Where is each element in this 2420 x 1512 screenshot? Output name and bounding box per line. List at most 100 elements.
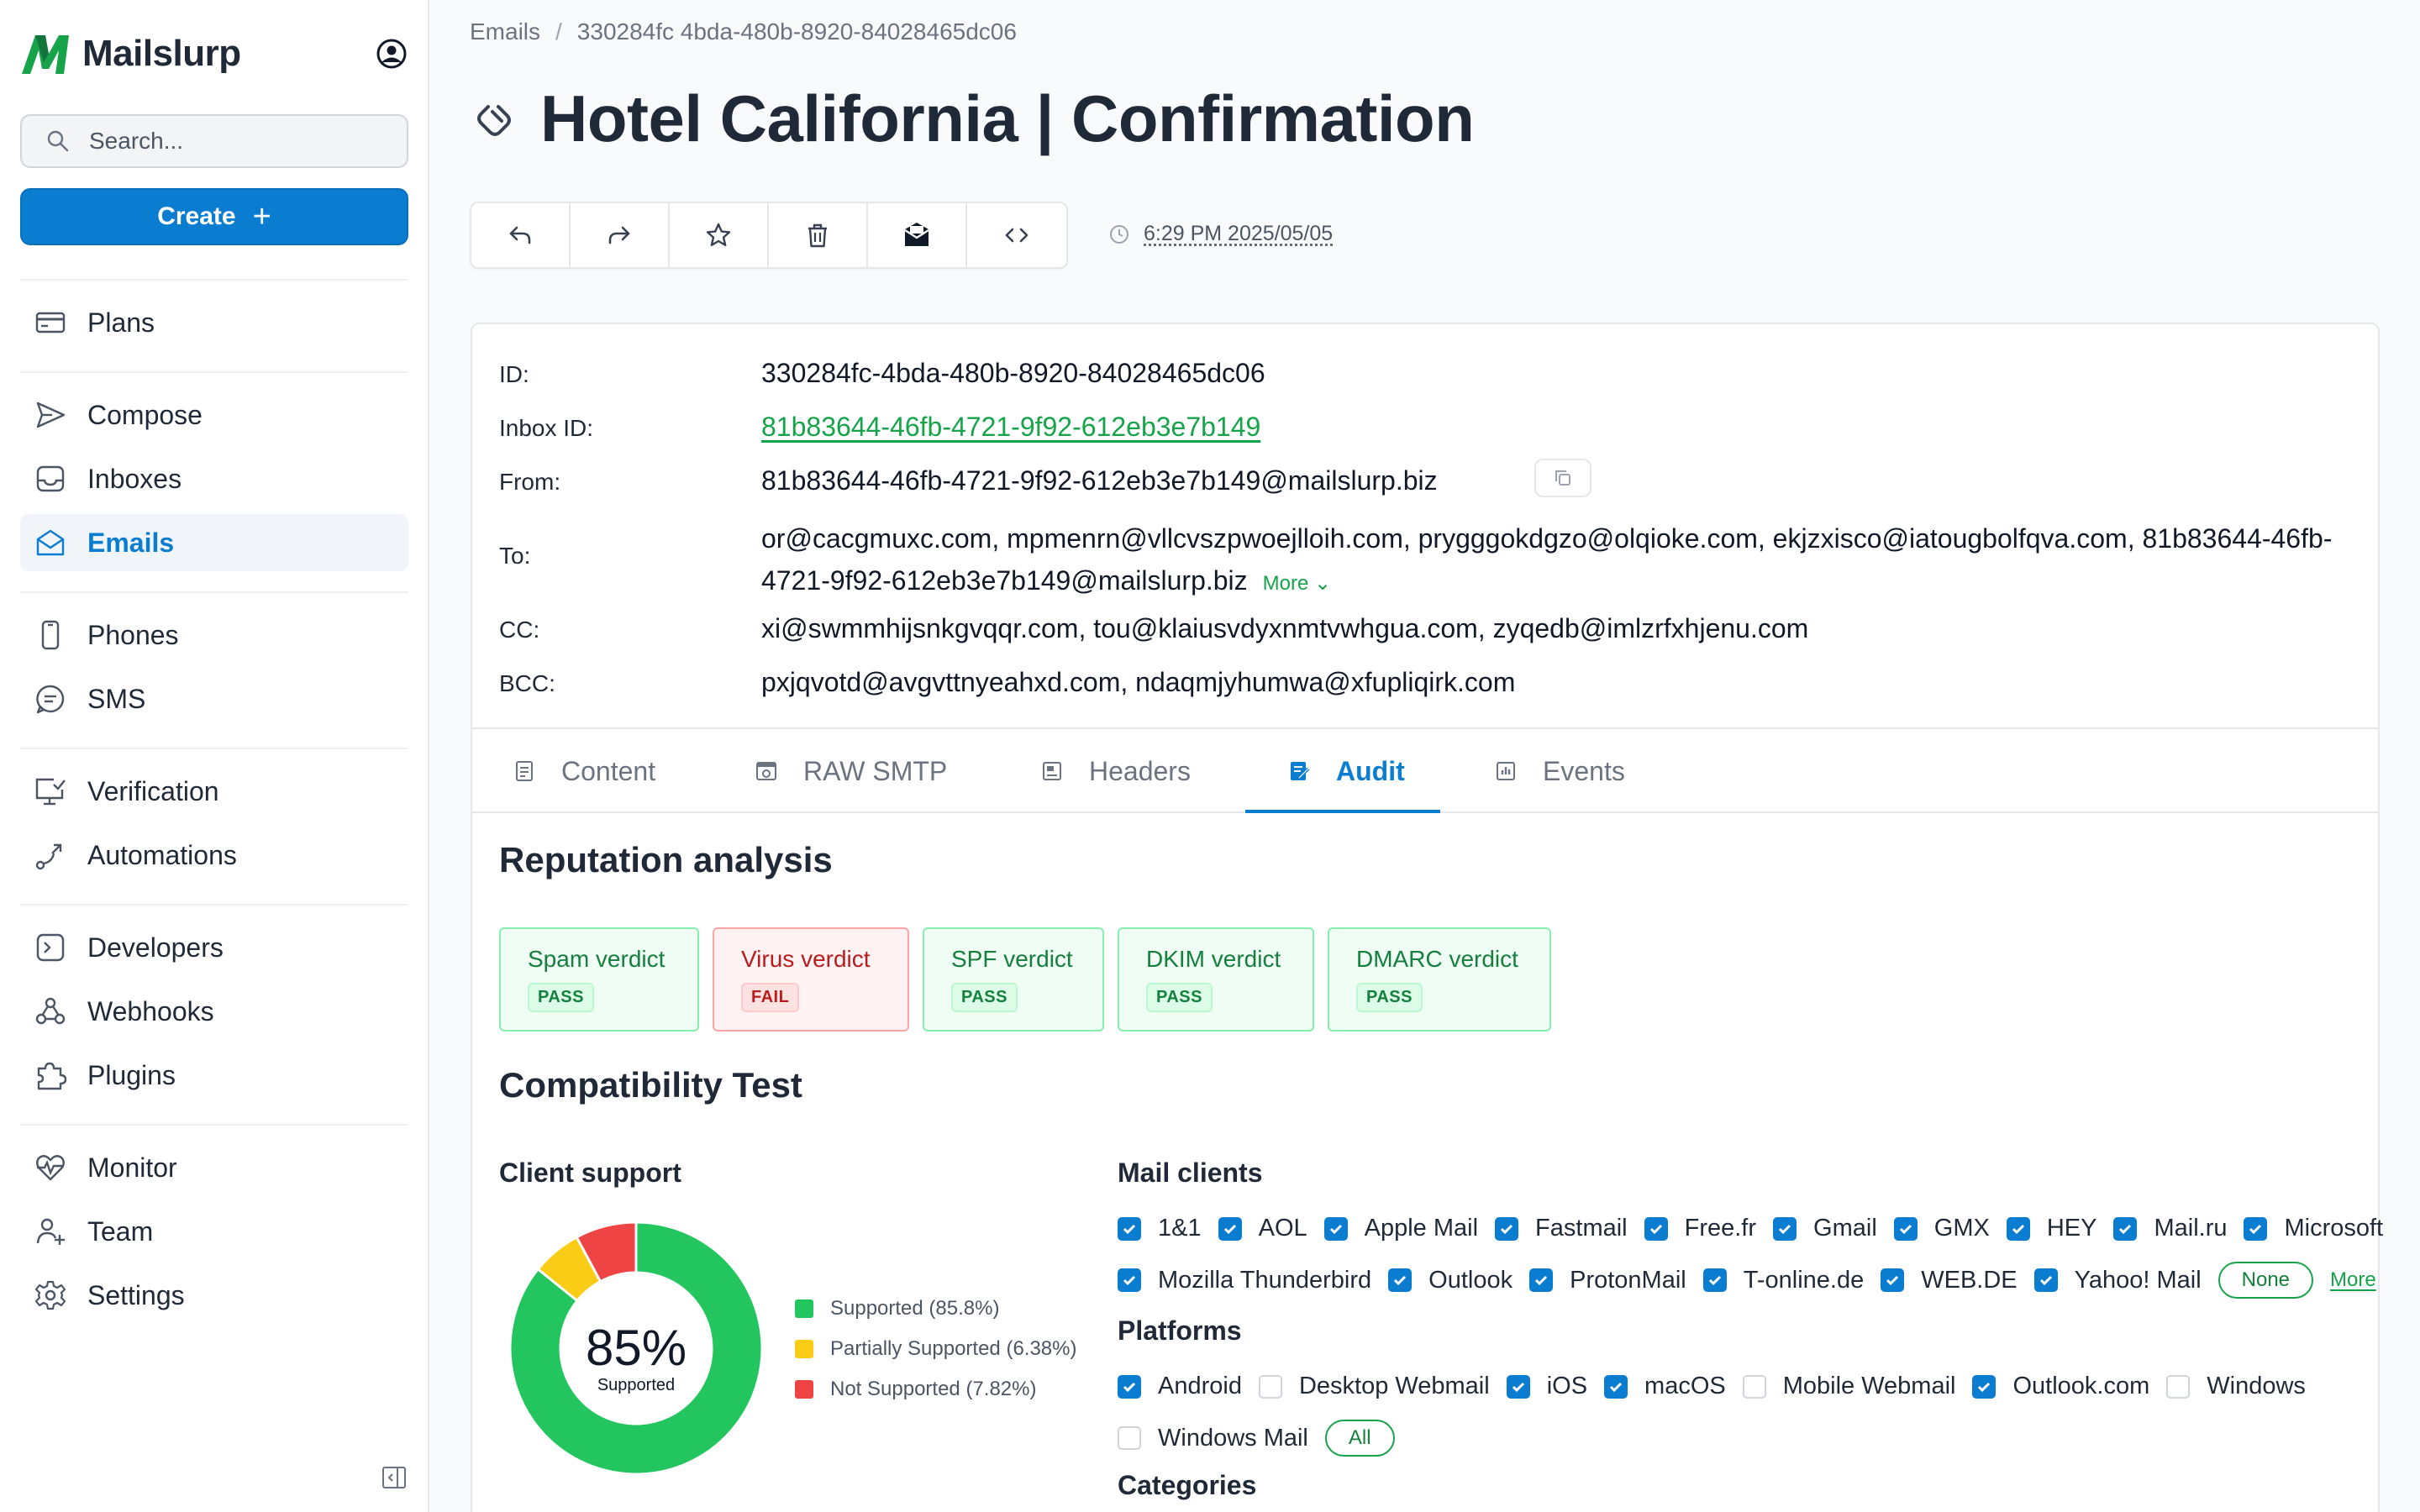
mail-client-checkbox[interactable]: 1&1 (1118, 1215, 1202, 1242)
mail-client-checkbox[interactable]: GMX (1893, 1215, 1990, 1242)
checkbox-checked[interactable] (2113, 1216, 2138, 1241)
to-more-link[interactable]: More ⌄ (1263, 572, 1331, 595)
collapse-sidebar-icon[interactable] (381, 1465, 407, 1490)
checkbox-checked[interactable] (1218, 1216, 1242, 1241)
to-label: To: (499, 543, 531, 569)
sidebar-item-verification[interactable]: Verification (20, 763, 408, 820)
delete-button[interactable] (769, 203, 868, 267)
breadcrumb-root[interactable]: Emails (470, 18, 540, 45)
chat-icon (36, 685, 65, 714)
platform-checkbox[interactable]: Desktop Webmail (1258, 1373, 1490, 1400)
sidebar-item-compose[interactable]: Compose (20, 386, 408, 444)
mail-client-checkbox[interactable]: HEY (2006, 1215, 2096, 1242)
platform-checkbox[interactable]: Windows (2166, 1373, 2306, 1400)
checkbox-checked[interactable] (1118, 1268, 1141, 1292)
mail-client-checkbox[interactable]: AOL (1218, 1215, 1307, 1242)
sidebar-item-automations[interactable]: Automations (20, 827, 408, 884)
checkbox-checked[interactable] (1495, 1216, 1519, 1241)
sidebar-item-label: Developers (87, 932, 224, 963)
checkbox-checked[interactable] (2033, 1268, 2058, 1292)
checkbox-checked[interactable] (1881, 1268, 1905, 1292)
sidebar-item-label: Monitor (87, 1152, 177, 1183)
platform-checkbox[interactable]: macOS (1604, 1373, 1726, 1400)
select-none-button[interactable]: None (2217, 1262, 2314, 1299)
brand-logo[interactable]: Mailslurp (20, 30, 241, 77)
checkbox-checked[interactable] (1388, 1268, 1413, 1292)
star-button[interactable] (670, 203, 769, 267)
sidebar-item-settings[interactable]: Settings (20, 1267, 408, 1324)
checkbox-unchecked[interactable] (1118, 1426, 1141, 1450)
sidebar-item-inboxes[interactable]: Inboxes (20, 450, 408, 507)
id-value: 330284fc-4bda-480b-8920-84028465dc06 (761, 358, 1265, 388)
monitor-check-icon (35, 778, 66, 806)
platform-checkbox[interactable]: Android (1118, 1373, 1242, 1400)
checkbox-checked[interactable] (1506, 1374, 1530, 1399)
checkbox-checked[interactable] (1118, 1374, 1141, 1399)
mail-client-checkbox[interactable]: Gmail (1773, 1215, 1877, 1242)
mail-client-checkbox[interactable]: WEB.DE (1881, 1267, 2018, 1294)
checkbox-checked[interactable] (1773, 1216, 1797, 1241)
mail-client-checkbox[interactable]: T-online.de (1702, 1267, 1864, 1294)
mail-clients-more-link[interactable]: More (2330, 1268, 2376, 1292)
forward-button[interactable] (571, 203, 670, 267)
checkbox-checked[interactable] (1323, 1216, 1348, 1241)
sidebar-item-team[interactable]: Team (20, 1203, 408, 1260)
sidebar-item-webhooks[interactable]: Webhooks (20, 983, 408, 1040)
tab-headers[interactable]: Headers (1040, 729, 1191, 813)
legend-item: Partially Supported (6.38%) (795, 1337, 1076, 1361)
checkbox-checked[interactable] (1644, 1216, 1668, 1241)
mail-client-checkbox[interactable]: Yahoo! Mail (2033, 1267, 2202, 1294)
checkbox-checked[interactable] (1702, 1268, 1727, 1292)
sidebar-item-monitor[interactable]: Monitor (20, 1139, 408, 1196)
checkbox-checked[interactable] (1972, 1374, 1996, 1399)
platform-checkbox[interactable]: Outlook.com (1972, 1373, 2149, 1400)
mail-client-checkbox[interactable]: Outlook (1388, 1267, 1512, 1294)
view-source-button[interactable] (967, 203, 1066, 267)
tab-events[interactable]: Events (1494, 729, 1625, 813)
create-button[interactable]: Create + (20, 188, 408, 245)
mail-client-checkbox[interactable]: Apple Mail (1323, 1215, 1478, 1242)
mark-read-button[interactable] (868, 203, 967, 267)
platform-checkbox[interactable]: iOS (1506, 1373, 1587, 1400)
mail-client-checkbox[interactable]: Microsoft (2244, 1215, 2383, 1242)
sidebar-search[interactable] (20, 114, 408, 168)
checkbox-checked[interactable] (1529, 1268, 1554, 1292)
sidebar-item-emails[interactable]: Emails (20, 514, 408, 571)
mail-client-checkbox[interactable]: Mozilla Thunderbird (1118, 1267, 1371, 1294)
select-all-button[interactable]: All (1324, 1420, 1395, 1457)
star-icon (706, 223, 731, 246)
mail-client-checkbox[interactable]: Fastmail (1495, 1215, 1628, 1242)
bcc-value: pxjqvotd@avgvttnyeahxd.com, ndaqmjyhumwa… (761, 667, 1516, 697)
platform-checkbox[interactable]: Windows Mail (1118, 1425, 1308, 1452)
checkbox-unchecked[interactable] (1742, 1374, 1766, 1399)
sidebar-item-plans[interactable]: Plans (20, 294, 408, 351)
account-circle-icon[interactable] (375, 37, 408, 71)
checkbox-checked[interactable] (2006, 1216, 2030, 1241)
search-input[interactable] (89, 128, 392, 155)
sidebar-item-sms[interactable]: SMS (20, 670, 408, 727)
reply-button[interactable] (471, 203, 571, 267)
checkbox-checked[interactable] (2244, 1216, 2268, 1241)
checkbox-unchecked[interactable] (1258, 1374, 1282, 1399)
mail-client-checkbox[interactable]: ProtonMail (1529, 1267, 1686, 1294)
checkbox-checked[interactable] (1893, 1216, 1918, 1241)
platforms-row-1: Android Desktop Webmail iOS macOS Mobile… (1118, 1373, 2323, 1400)
checkbox-checked[interactable] (1604, 1374, 1628, 1399)
checkbox-unchecked[interactable] (2166, 1374, 2191, 1399)
mail-client-checkbox[interactable]: Free.fr (1644, 1215, 1756, 1242)
credit-card-icon (35, 312, 66, 333)
tab-content[interactable]: Content (513, 729, 655, 813)
inbox-id-link[interactable]: 81b83644-46fb-4721-9f92-612eb3e7b149 (761, 412, 1260, 443)
tab-audit[interactable]: Audit (1287, 729, 1405, 813)
checkbox-checked[interactable] (1118, 1216, 1141, 1241)
sidebar-item-plugins[interactable]: Plugins (20, 1047, 408, 1104)
sidebar-item-phones[interactable]: Phones (20, 606, 408, 664)
check-icon (1123, 1275, 1136, 1286)
code-icon (1005, 228, 1028, 243)
sidebar-item-developers[interactable]: Developers (20, 919, 408, 976)
platform-checkbox[interactable]: Mobile Webmail (1742, 1373, 1955, 1400)
nav-divider (20, 1124, 408, 1126)
tab-raw-smtp[interactable]: RAW SMTP (755, 729, 947, 813)
copy-from-button[interactable] (1534, 459, 1591, 497)
mail-client-checkbox[interactable]: Mail.ru (2113, 1215, 2227, 1242)
